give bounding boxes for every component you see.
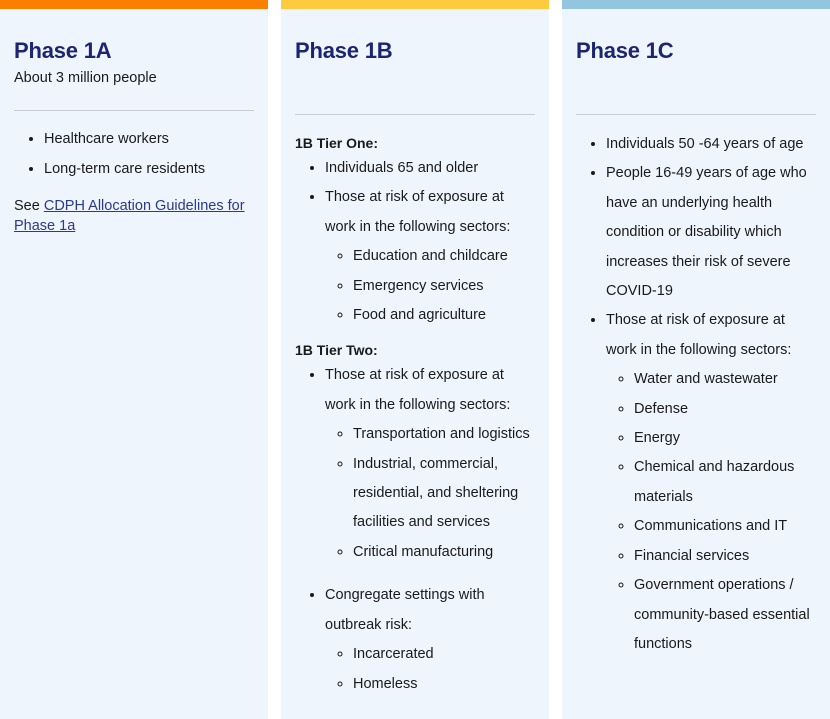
list-item-text: Those at risk of exposure at work in the…	[325, 367, 511, 413]
tier-two-label: 1B Tier Two:	[295, 342, 378, 359]
sector-sublist: Transportation and logistics Industrial,…	[325, 420, 535, 567]
phase-1c-title: Phase 1C	[576, 38, 674, 63]
phase-1a-list: Healthcare workers Long-term care reside…	[14, 125, 254, 184]
cdph-guidelines-link[interactable]: CDPH Allocation Guidelines for Phase 1a	[14, 198, 245, 234]
sector-sublist: Education and childcare Emergency servic…	[325, 242, 535, 330]
sublist-item: Transportation and logistics	[353, 420, 535, 449]
phase-1b-card: Phase 1B 1B Tier One: Individuals 65 and…	[281, 0, 549, 719]
list-item-text: Those at risk of exposure at work in the…	[325, 189, 511, 235]
phase-1b-accent-bar	[281, 0, 549, 9]
sublist-item: Incarcerated	[353, 640, 535, 669]
congregate-sublist: Incarcerated Homeless	[325, 640, 535, 699]
divider	[14, 110, 254, 111]
list-item-text: Congregate settings with outbreak risk:	[325, 587, 485, 633]
list-item: Those at risk of exposure at work in the…	[325, 183, 535, 330]
sublist-item: Emergency services	[353, 272, 535, 301]
sublist-item: Education and childcare	[353, 242, 535, 271]
phase-1b-title: Phase 1B	[295, 38, 393, 63]
sublist-item: Critical manufacturing	[353, 538, 535, 567]
list-item: Long-term care residents	[44, 155, 254, 185]
phase-1c-card: Phase 1C Individuals 50 -64 years of age…	[562, 0, 830, 719]
divider	[576, 114, 816, 115]
phase-1a-subtitle: About 3 million people	[14, 70, 157, 86]
sublist-item: Defense	[634, 395, 816, 424]
list-item: People 16-49 years of age who have an un…	[606, 159, 816, 306]
phase-1c-list: Individuals 50 -64 years of age People 1…	[576, 130, 816, 659]
list-item: Healthcare workers	[44, 125, 254, 155]
see-prefix: See	[14, 198, 44, 214]
sublist-item: Food and agriculture	[353, 301, 535, 330]
sublist-item: Energy	[634, 424, 816, 453]
list-item: Congregate settings with outbreak risk: …	[325, 581, 535, 699]
see-guidelines-text: See CDPH Allocation Guidelines for Phase…	[14, 196, 254, 236]
divider	[295, 114, 535, 115]
list-item: Those at risk of exposure at work in the…	[606, 306, 816, 659]
sublist-item: Industrial, commercial, residential, and…	[353, 450, 535, 538]
phase-1a-accent-bar	[0, 0, 268, 9]
tier-one-label: 1B Tier One:	[295, 135, 378, 151]
sublist-item: Financial services	[634, 542, 816, 571]
list-item: Individuals 65 and older	[325, 154, 535, 183]
phase-1a-card: Phase 1A About 3 million people Healthca…	[0, 0, 268, 719]
tier-one-list: Individuals 65 and older Those at risk o…	[295, 154, 535, 330]
tier-two-list: Those at risk of exposure at work in the…	[295, 361, 535, 698]
sublist-item: Homeless	[353, 670, 535, 699]
phase-1a-title: Phase 1A	[14, 38, 112, 63]
list-item-text: Those at risk of exposure at work in the…	[606, 312, 792, 358]
sublist-item: Communications and IT	[634, 512, 816, 541]
sublist-item: Chemical and hazardous materials	[634, 453, 816, 512]
phase-1c-accent-bar	[562, 0, 830, 9]
sublist-item: Water and wastewater	[634, 365, 816, 394]
list-item: Individuals 50 -64 years of age	[606, 130, 816, 159]
sublist-item: Government operations / community-based …	[634, 571, 816, 659]
list-item: Those at risk of exposure at work in the…	[325, 361, 535, 567]
sector-sublist: Water and wastewater Defense Energy Chem…	[606, 365, 816, 659]
